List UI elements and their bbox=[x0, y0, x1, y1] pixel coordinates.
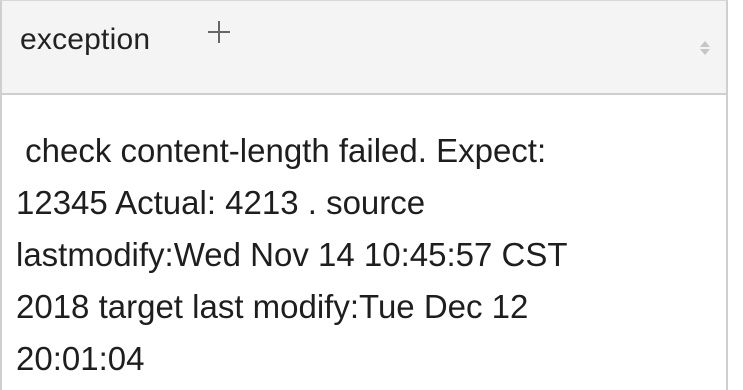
message-line: lastmodify:Wed Nov 14 10:45:57 CST bbox=[16, 236, 568, 273]
column-header: exception bbox=[2, 1, 726, 95]
message-line: check content-length failed. Expect: bbox=[16, 132, 547, 169]
message-line: 20:01:04 bbox=[16, 340, 145, 377]
message-line: 2018 target last modify:Tue Dec 12 bbox=[16, 288, 529, 325]
message-line: 12345 Actual: 4213 . source bbox=[16, 184, 426, 221]
sort-icon[interactable] bbox=[700, 41, 710, 55]
column-title: exception bbox=[20, 23, 151, 56]
plus-icon[interactable] bbox=[208, 21, 230, 43]
exception-column-panel: exception check content-length failed. E… bbox=[0, 0, 728, 390]
exception-message: check content-length failed. Expect: 123… bbox=[16, 125, 716, 385]
